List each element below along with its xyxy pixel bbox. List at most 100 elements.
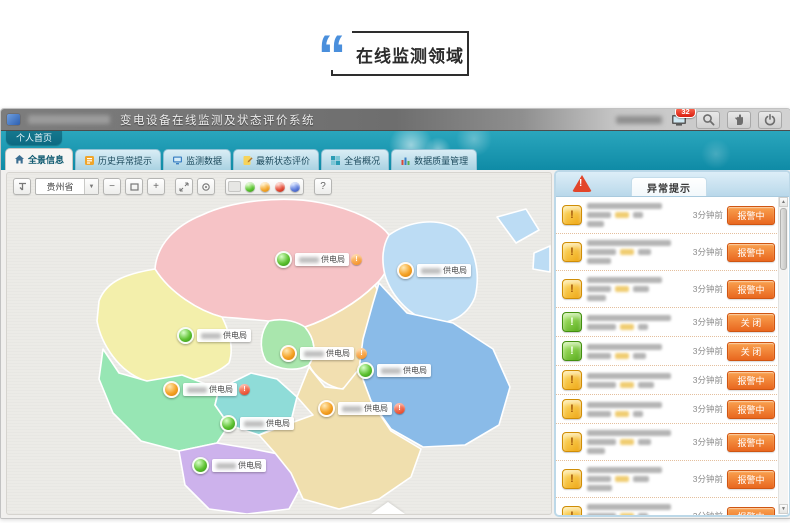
section-title: 在线监测领域: [356, 42, 464, 67]
map-region-island[interactable]: [497, 209, 539, 243]
notifications-monitor-icon[interactable]: 32: [669, 112, 689, 127]
status-filter-group: [225, 178, 304, 195]
alert-list: !3分钟前报警中!3分钟前报警中!3分钟前报警中!3分钟前关 闭!3分钟前关 闭…: [556, 197, 779, 515]
alert-panel-title: 异常提示: [631, 177, 707, 196]
alert-item-5[interactable]: !3分钟前报警中: [556, 366, 779, 395]
alert-item-meta: 3分钟前报警中: [693, 280, 777, 299]
alarming-button[interactable]: 报警中: [727, 243, 775, 262]
home-icon: [14, 154, 25, 165]
nav-tab-5[interactable]: 数据质量管理: [391, 149, 477, 170]
data-quality-icon: [400, 155, 411, 166]
nav-tab-4[interactable]: 全省概况: [321, 149, 389, 170]
nav-tab-1[interactable]: 历史异常提示: [75, 149, 161, 170]
quote-icon: “: [312, 26, 352, 70]
alert-item-4[interactable]: !3分钟前关 闭: [556, 337, 779, 366]
alarming-button[interactable]: 报警中: [727, 280, 775, 299]
map-bureau-label-2[interactable]: 供电局: [177, 327, 251, 344]
layer-toggle-button[interactable]: [13, 178, 31, 195]
hand-pan-icon[interactable]: [727, 111, 751, 129]
scroll-up-icon[interactable]: ▲: [779, 197, 788, 207]
nav-tab-label: 监测数据: [186, 154, 222, 167]
close-alert-button[interactable]: 关 闭: [727, 313, 775, 332]
alarming-button[interactable]: 报警中: [727, 470, 775, 489]
map-bureau-label-7[interactable]: 供电局!: [318, 400, 405, 417]
status-filter-red[interactable]: [273, 181, 286, 192]
close-alert-button[interactable]: 关 闭: [727, 342, 775, 361]
bureau-suffix-label: 供电局: [321, 254, 345, 265]
status-orange-icon: [163, 381, 180, 398]
nav-tab-label: 数据质量管理: [414, 154, 468, 167]
map-bureau-label-0[interactable]: 供电局!: [275, 251, 362, 268]
alarming-button[interactable]: 报警中: [727, 400, 775, 419]
alarming-button[interactable]: 报警中: [727, 206, 775, 225]
map-region-island[interactable]: [533, 246, 550, 272]
help-button[interactable]: ?: [314, 178, 332, 195]
alert-item-meta: 3分钟前报警中: [693, 400, 777, 419]
map-bureau-label-8[interactable]: 供电局: [192, 457, 266, 474]
alarming-button[interactable]: 报警中: [727, 371, 775, 390]
bureau-name-pill: 供电局: [183, 383, 237, 396]
nav-tab-label: 最新状态评价: [256, 154, 310, 167]
bureau-name-redacted: [381, 368, 401, 374]
map-bureau-label-4[interactable]: 供电局: [357, 362, 431, 379]
alert-item-2[interactable]: !3分钟前报警中: [556, 271, 779, 308]
locate-icon[interactable]: [197, 178, 215, 195]
alert-item-8[interactable]: !3分钟前报警中: [556, 461, 779, 498]
alert-message-redacted: [587, 201, 688, 229]
alert-timestamp: 3分钟前: [693, 316, 723, 328]
alert-cleared-icon: !: [562, 312, 582, 332]
bureau-name-pill: 供电局: [295, 253, 349, 266]
status-filter-orange[interactable]: [258, 181, 271, 192]
status-green-icon: [177, 327, 194, 344]
status-filter-green[interactable]: [243, 181, 256, 192]
map-bureau-label-5[interactable]: 供电局!: [163, 381, 250, 398]
bureau-name-pill: 供电局: [338, 402, 392, 415]
scrollbar[interactable]: ▲ ▼: [778, 197, 788, 514]
map-bureau-label-6[interactable]: 供电局: [220, 415, 294, 432]
nav-tab-2[interactable]: 监测数据: [163, 149, 231, 170]
alert-cleared-icon: !: [562, 341, 582, 361]
status-filter-blue[interactable]: [288, 181, 301, 192]
alert-item-meta: 3分钟前报警中: [693, 371, 777, 390]
alert-count-badge: !: [356, 348, 367, 359]
nav-tab-0[interactable]: 全景信息: [5, 148, 73, 170]
alert-item-7[interactable]: !3分钟前报警中: [556, 424, 779, 461]
alert-message-redacted: [587, 371, 688, 390]
pan-mode-icon[interactable]: [175, 178, 193, 195]
province-select[interactable]: 贵州省 ▼: [35, 178, 99, 195]
content: 贵州省 ▼ − +: [1, 170, 790, 518]
scroll-down-icon[interactable]: ▼: [779, 504, 788, 514]
status-orange-icon: [280, 345, 297, 362]
map-bureau-label-1[interactable]: 供电局: [397, 262, 471, 279]
monitor-data-icon: [172, 155, 183, 166]
map-bureau-label-3[interactable]: 供电局!: [280, 345, 367, 362]
alarming-button[interactable]: 报警中: [727, 433, 775, 452]
app-window: 变电设备在线监测及状态评价系统 32: [0, 108, 790, 519]
zoom-in-button[interactable]: +: [147, 178, 165, 195]
status-green-icon: [275, 251, 292, 268]
status-filter-none[interactable]: [228, 181, 241, 192]
nav-tab-3[interactable]: 最新状态评价: [233, 149, 319, 170]
alert-timestamp: 3分钟前: [693, 403, 723, 415]
alert-timestamp: 3分钟前: [693, 374, 723, 386]
alert-item-3[interactable]: ! 3分钟前关 闭: [556, 308, 779, 337]
alert-item-6[interactable]: !3分钟前报警中: [556, 395, 779, 424]
status-green-icon: [357, 362, 374, 379]
search-icon[interactable]: [696, 111, 720, 129]
alert-timestamp: 3分钟前: [693, 436, 723, 448]
bureau-name-pill: 供电局: [197, 329, 251, 342]
scrollbar-thumb[interactable]: [780, 208, 787, 270]
tab-personal-home[interactable]: 个人首页: [6, 131, 62, 145]
power-icon[interactable]: [758, 111, 782, 129]
alert-item-9[interactable]: !3分钟前报警中: [556, 498, 779, 515]
alert-item-0[interactable]: !3分钟前报警中: [556, 197, 779, 234]
collapse-handle-icon[interactable]: [371, 502, 405, 514]
notification-badge: 32: [675, 108, 696, 118]
zoom-out-button[interactable]: −: [103, 178, 121, 195]
alarming-button[interactable]: 报警中: [727, 507, 775, 516]
bureau-name-redacted: [342, 406, 362, 412]
bureau-suffix-label: 供电局: [443, 265, 467, 276]
zoom-fit-button[interactable]: [125, 178, 143, 195]
alert-item-1[interactable]: !3分钟前报警中: [556, 234, 779, 271]
alert-count-badge: !: [351, 254, 362, 265]
